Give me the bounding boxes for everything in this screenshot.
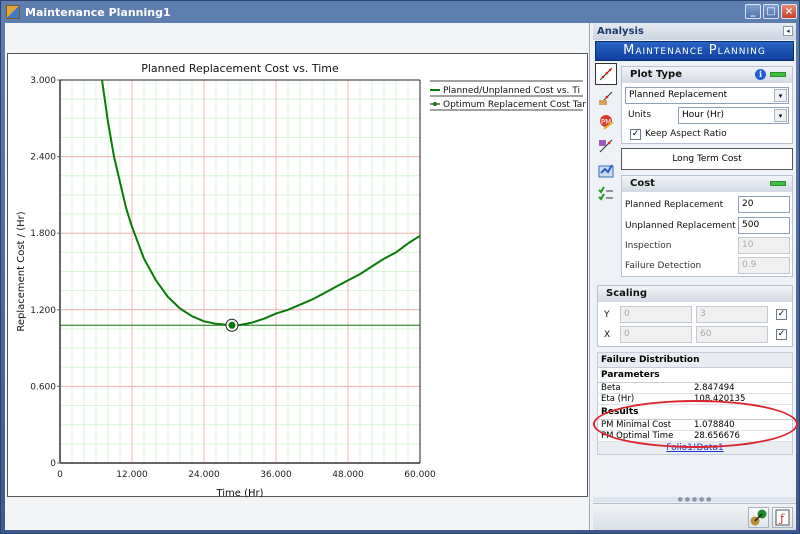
x-axis-label: X (604, 330, 611, 340)
pm-settings-tool-button[interactable]: PM (595, 111, 617, 133)
keep-aspect-ratio-label: Keep Aspect Ratio (645, 129, 727, 139)
y-tick-label: 0.600 (30, 382, 56, 392)
inspection-label: Inspection (625, 241, 672, 251)
x-tick-label: 0 (57, 470, 63, 480)
units-value: Hour (Hr) (682, 110, 725, 120)
close-button[interactable]: × (781, 4, 797, 19)
legend-label: Optimum Replacement Cost Tar (443, 100, 586, 110)
y-tick-label: 3.000 (30, 76, 56, 86)
plot-icon (599, 67, 613, 81)
cost-panel: Cost Planned Replacement 20 Unplanned Re… (621, 175, 793, 277)
analysis-header: Analysis ◂ (593, 23, 796, 40)
keep-aspect-ratio-checkbox[interactable]: ✓ (630, 129, 641, 140)
scaling-title: Scaling (606, 288, 648, 299)
splitter-grip[interactable]: ● ● ● ● ● (593, 497, 796, 503)
transfer-button[interactable] (748, 507, 769, 528)
parameters-title: Parameters (598, 368, 792, 383)
plot-type-panel: Plot Type i Planned Replacement ▾ Units … (621, 66, 793, 144)
y-tick-label: 0 (50, 459, 56, 469)
planned-replacement-label: Planned Replacement (625, 200, 724, 210)
failure-detection-label: Failure Detection (625, 261, 702, 271)
checklist-icon (598, 186, 613, 201)
side-toolbar: PM (595, 63, 617, 207)
optimum-point-marker (228, 321, 236, 329)
y-tick-label: 2.400 (30, 153, 56, 163)
plot-compare-tool-button[interactable] (595, 135, 617, 157)
chart-svg: 0 12.000 24.000 36.000 48.000 60.000 0 0.600 1.2… (16, 62, 586, 498)
analysis-header-label: Analysis (597, 26, 644, 37)
x-scale-checkbox[interactable]: ✓ (776, 329, 787, 340)
check-chart-tool-button[interactable] (595, 159, 617, 181)
collapse-panel-button[interactable]: ◂ (783, 26, 793, 36)
unplanned-replacement-label: Unplanned Replacement (625, 221, 736, 231)
y-tick-label: 1.800 (30, 229, 56, 239)
plot-hand-tool-button[interactable] (595, 87, 617, 109)
chart-title: Planned Replacement Cost vs. Time (141, 62, 339, 75)
results-highlight-oval (593, 400, 798, 448)
units-select[interactable]: Hour (Hr) ▾ (678, 107, 789, 124)
scaling-header[interactable]: Scaling (598, 286, 792, 302)
app-icon (6, 5, 20, 19)
y-axis-label: Y (604, 310, 610, 320)
x-tick-label: 24.000 (188, 470, 220, 480)
panel-collapse-bar-icon[interactable] (770, 181, 786, 186)
failure-detection-input[interactable]: 0.9 (738, 257, 790, 274)
window-title: Maintenance Planning1 (25, 5, 171, 19)
check-chart-icon (598, 164, 614, 178)
x-max-input[interactable]: 60 (696, 326, 768, 343)
report-formula-icon: ƒ (775, 509, 790, 526)
x-tick-label: 36.000 (260, 470, 292, 480)
panel-collapse-bar-icon[interactable] (770, 72, 786, 77)
plot-type-header[interactable]: Plot Type i (622, 67, 792, 83)
svg-text:ƒ: ƒ (778, 512, 785, 525)
y-tick-label: 1.200 (30, 306, 56, 316)
maximize-button[interactable]: □ (763, 4, 779, 19)
x-tick-label: 12.000 (116, 470, 148, 480)
plot-tool-button[interactable] (595, 63, 617, 85)
x-axis-title: Time (Hr) (215, 488, 263, 498)
legend-label: Planned/Unplanned Cost vs. Ti (443, 86, 580, 96)
minimize-button[interactable]: _ (745, 4, 761, 19)
title-bar[interactable]: Maintenance Planning1 _ □ × (1, 1, 800, 23)
units-label: Units (628, 110, 652, 120)
link-transfer-icon (750, 509, 767, 526)
y-max-input[interactable]: 3 (696, 306, 768, 323)
beta-label: Beta (601, 383, 621, 393)
x-tick-label: 48.000 (332, 470, 364, 480)
parameter-row: Beta 2.847494 (598, 383, 792, 394)
pm-settings-icon: PM (600, 115, 614, 130)
chart[interactable]: 0 12.000 24.000 36.000 48.000 60.000 0 0.600 1.2… (7, 53, 588, 498)
unplanned-replacement-input[interactable]: 500 (738, 217, 790, 234)
inspection-input[interactable]: 10 (738, 237, 790, 254)
long-term-cost-button[interactable]: Long Term Cost (621, 148, 793, 170)
plot-type-title: Plot Type (630, 69, 682, 80)
app-window: Maintenance Planning1 _ □ × 0 12.000 24.00… (0, 0, 800, 534)
checklist-tool-button[interactable] (595, 183, 617, 205)
plot-type-select[interactable]: Planned Replacement ▾ (625, 87, 789, 104)
plot-type-value: Planned Replacement (629, 90, 728, 100)
plot-compare-icon (599, 139, 613, 153)
planned-replacement-input[interactable]: 20 (738, 196, 790, 213)
cost-header[interactable]: Cost (622, 176, 792, 192)
beta-value: 2.847494 (694, 383, 735, 393)
scaling-panel: Scaling Y 0 3 ✓ X 0 60 ✓ (597, 285, 793, 347)
chevron-down-icon[interactable]: ▾ (774, 109, 787, 122)
maintenance-planning-banner: Maintenance Planning (595, 41, 794, 61)
x-min-input[interactable]: 0 (620, 326, 692, 343)
failure-distribution-title: Failure Distribution (598, 353, 792, 368)
y-min-input[interactable]: 0 (620, 306, 692, 323)
plot-area: 0 12.000 24.000 36.000 48.000 60.000 0 0.600 1.2… (5, 23, 590, 530)
cost-title: Cost (630, 178, 655, 189)
y-axis-title: Replacement Cost / (Hr) (16, 211, 27, 331)
info-icon[interactable]: i (755, 69, 766, 80)
legend-swatch-marker (433, 102, 437, 106)
y-scale-checkbox[interactable]: ✓ (776, 309, 787, 320)
bottom-toolbar: ƒ (593, 503, 796, 530)
control-panel: Analysis ◂ Maintenance Planning PM Plot … (593, 23, 798, 530)
plot-hand-icon (599, 91, 613, 105)
report-button[interactable]: ƒ (772, 507, 793, 528)
client-area: 0 12.000 24.000 36.000 48.000 60.000 0 0.600 1.2… (5, 23, 798, 530)
chevron-down-icon[interactable]: ▾ (774, 89, 787, 102)
x-tick-label: 60.000 (404, 470, 436, 480)
